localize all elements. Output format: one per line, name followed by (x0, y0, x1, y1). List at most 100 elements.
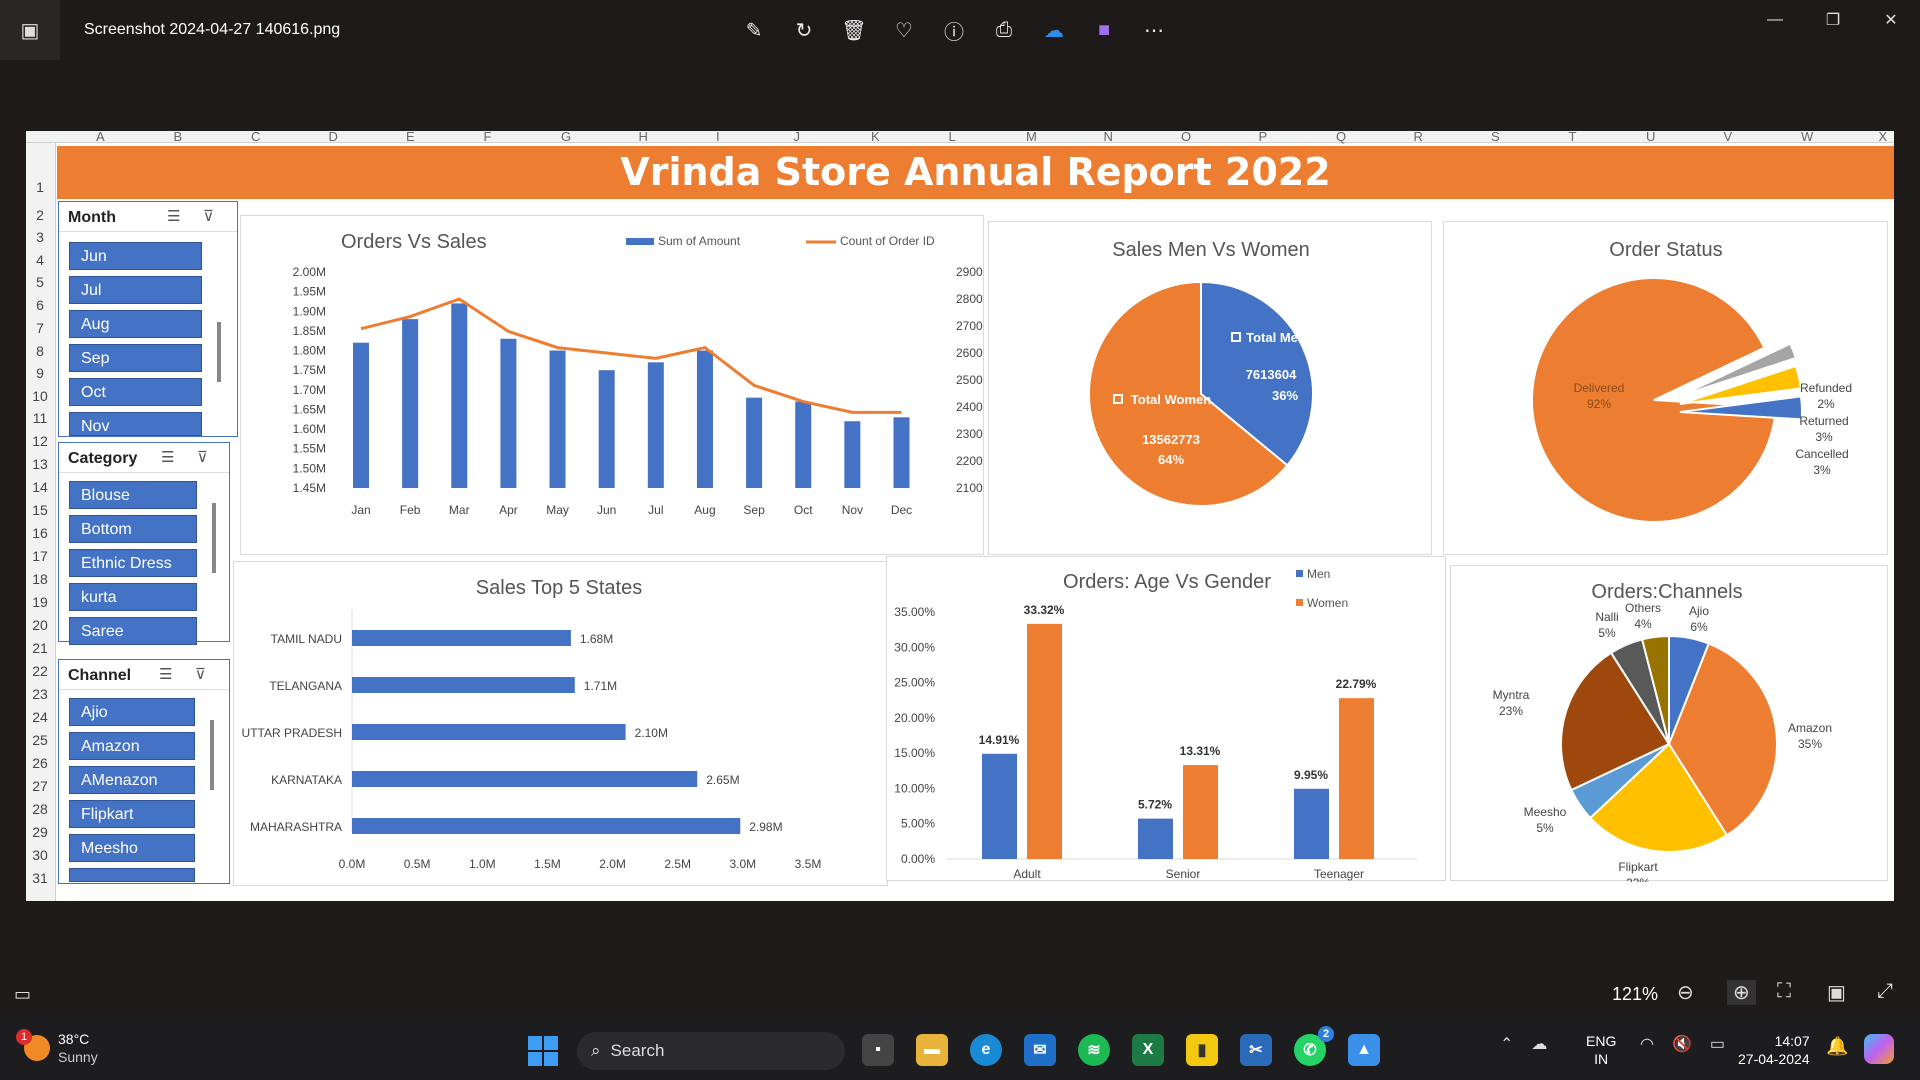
column-header[interactable]: B (174, 131, 183, 144)
column-header[interactable]: G (561, 131, 571, 144)
volume-muted-icon[interactable]: 🔇 (1672, 1034, 1692, 1054)
taskbar-search[interactable]: ⌕ Search (577, 1032, 845, 1070)
rotate-icon[interactable]: ↻ (790, 16, 818, 44)
row-header[interactable]: 15 (26, 502, 54, 518)
onedrive-tray-icon[interactable]: ☁ (1531, 1034, 1547, 1054)
column-header[interactable]: A (96, 131, 105, 144)
actual-size-icon[interactable]: ▣ (1827, 980, 1846, 1005)
column-header[interactable]: N (1104, 131, 1113, 144)
age-gender-card[interactable]: Orders: Age Vs Gender 35.00% 30.00% 25.00% 2… (886, 556, 1446, 881)
column-header[interactable]: C (251, 131, 260, 144)
slicer-item[interactable]: Jun (69, 242, 202, 270)
row-header[interactable]: 9 (26, 365, 54, 381)
more-icon[interactable]: ⋯ (1140, 16, 1168, 44)
column-header[interactable]: O (1181, 131, 1191, 144)
row-header[interactable]: 24 (26, 709, 54, 725)
favorite-icon[interactable]: ♡ (890, 16, 918, 44)
slicer-item[interactable]: Amazon (69, 732, 195, 760)
row-header[interactable]: 5 (26, 274, 54, 290)
column-header[interactable]: P (1259, 131, 1268, 144)
slicer-item[interactable]: Ajio (69, 698, 195, 726)
slicer-scrollbar[interactable] (210, 720, 214, 790)
order-status-card[interactable]: Order Status Delivered 92% Refunded 2% Return… (1443, 221, 1888, 555)
delete-icon[interactable]: 🗑 (840, 16, 868, 44)
column-header[interactable]: X (1879, 131, 1888, 144)
copilot-icon[interactable] (1864, 1034, 1894, 1064)
clear-filter-icon[interactable]: ⊽ (197, 448, 208, 466)
row-header[interactable]: 18 (26, 571, 54, 587)
spotify-icon[interactable]: ≋ (1078, 1034, 1110, 1066)
column-header[interactable]: W (1801, 131, 1813, 144)
column-header[interactable]: T (1569, 131, 1577, 144)
print-icon[interactable]: ⎙ (990, 16, 1018, 44)
photos-app-icon[interactable]: ▣ (0, 0, 60, 60)
column-header[interactable]: L (949, 131, 956, 144)
row-header[interactable]: 7 (26, 320, 54, 336)
column-header[interactable]: I (716, 131, 720, 144)
category-slicer[interactable]: Category ☰ ⊽ Blouse Bottom Ethnic Dress … (58, 442, 230, 645)
multi-select-icon[interactable]: ☰ (159, 665, 172, 683)
weather-widget[interactable]: 1 38°C Sunny (16, 1029, 98, 1066)
row-header[interactable]: 14 (26, 479, 54, 495)
filmstrip-icon[interactable]: ▭ (14, 984, 31, 1005)
slicer-item[interactable]: AMenazon (69, 766, 195, 794)
row-header[interactable]: 28 (26, 801, 54, 817)
slicer-item[interactable]: Ethnic Dress (69, 549, 197, 577)
multi-select-icon[interactable]: ☰ (167, 207, 180, 225)
channels-card[interactable]: Orders:ChannelsAjio 6% Amazon 35% Flipkart 22… (1450, 565, 1888, 890)
whatsapp-icon[interactable]: ✆ 2 (1294, 1026, 1334, 1066)
slicer-item[interactable]: Saree (69, 617, 197, 645)
column-header[interactable]: S (1491, 131, 1500, 144)
row-header[interactable]: 19 (26, 594, 54, 610)
column-header[interactable]: F (484, 131, 492, 144)
column-header[interactable]: H (639, 131, 648, 144)
column-header[interactable]: V (1724, 131, 1733, 144)
clock[interactable]: 14:07 27-04-2024 (1738, 1032, 1810, 1068)
slicer-item[interactable]: Meesho (69, 834, 195, 862)
notification-bell-icon[interactable]: 🔔 (1826, 1036, 1848, 1057)
slicer-item[interactable]: Blouse (69, 481, 197, 509)
slicer-scrollbar[interactable] (212, 503, 216, 573)
month-slicer[interactable]: Month ☰ ⊽ Jun Jul Aug Sep Oct Nov (58, 201, 238, 437)
column-header[interactable]: K (871, 131, 880, 144)
restore-icon[interactable]: ❐ (1804, 0, 1862, 40)
start-button[interactable] (528, 1036, 558, 1066)
row-header[interactable]: 31 (26, 870, 54, 886)
channel-slicer[interactable]: Channel ☰ ⊽ Ajio Amazon AMenazon Flipkar… (58, 659, 230, 884)
clipchamp-icon[interactable]: ■ (1090, 16, 1118, 44)
photos-taskbar-icon[interactable]: ▲ (1348, 1034, 1380, 1066)
powerbi-icon[interactable]: ▮ (1186, 1034, 1218, 1066)
orders-vs-sales-card[interactable]: Orders Vs Sales 2.00M 1.95M 1.90M 1.85M 1.80M… (240, 215, 984, 555)
row-header[interactable]: 30 (26, 847, 54, 863)
row-header[interactable]: 11 (26, 410, 54, 426)
row-header[interactable]: 3 (26, 229, 54, 245)
fit-window-icon[interactable]: ⛶ (1777, 980, 1791, 1003)
column-header[interactable]: E (406, 131, 415, 144)
slicer-item[interactable]: Jul (69, 276, 202, 304)
chevron-up-icon[interactable]: ⌃ (1500, 1034, 1513, 1054)
excel-icon[interactable]: X (1132, 1034, 1164, 1066)
info-icon[interactable]: ⓘ (940, 16, 968, 44)
minimize-icon[interactable]: — (1746, 0, 1804, 40)
row-header[interactable]: 1 (26, 179, 54, 195)
row-header[interactable]: 8 (26, 343, 54, 359)
column-header[interactable]: M (1026, 131, 1037, 144)
row-header[interactable]: 13 (26, 456, 54, 472)
row-header[interactable]: 27 (26, 778, 54, 794)
row-header[interactable]: 21 (26, 640, 54, 656)
zoom-in-icon[interactable]: ⊕ (1727, 980, 1756, 1005)
column-header[interactable]: R (1414, 131, 1423, 144)
row-header[interactable]: 22 (26, 663, 54, 679)
column-header[interactable]: J (794, 131, 801, 144)
mail-icon[interactable]: ✉ (1024, 1034, 1056, 1066)
row-header[interactable]: 17 (26, 548, 54, 564)
row-header[interactable]: 6 (26, 297, 54, 313)
slicer-item[interactable]: Sep (69, 344, 202, 372)
row-header[interactable]: 16 (26, 525, 54, 541)
slicer-item[interactable]: Aug (69, 310, 202, 338)
slicer-scrollbar[interactable] (217, 322, 221, 382)
fullscreen-icon[interactable]: ⤢ (1877, 980, 1893, 1003)
slicer-item[interactable]: Nov (69, 412, 202, 436)
snipping-tool-icon[interactable]: ✂ (1240, 1034, 1272, 1066)
row-header[interactable]: 23 (26, 686, 54, 702)
